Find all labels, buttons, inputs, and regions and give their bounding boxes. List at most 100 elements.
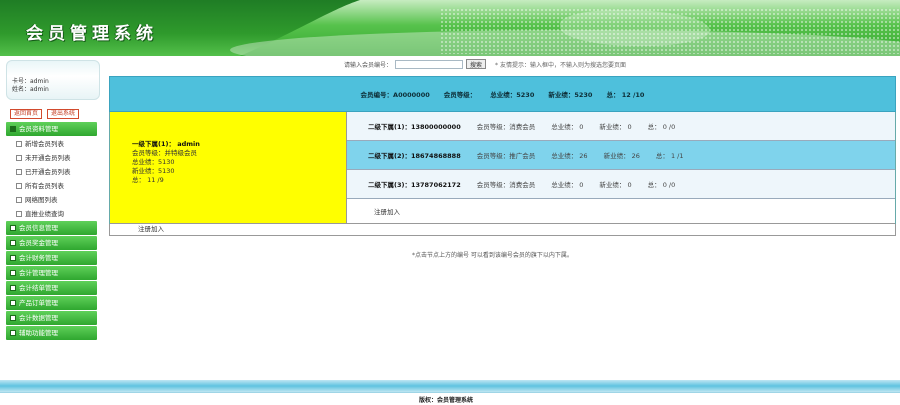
- expand-icon: [10, 270, 16, 276]
- menu-product-orders[interactable]: 产品订单管理: [6, 296, 97, 310]
- user-info-box: 卡号：admin 姓名：admin: [6, 60, 100, 100]
- menu-settlement[interactable]: 会计结单管理: [6, 281, 97, 295]
- menu-member-bonus[interactable]: 会员奖金管理: [6, 236, 97, 250]
- submenu-item-direct-performance[interactable]: 直推业绩查询: [16, 207, 97, 221]
- level2-level: 会员等级：消费会员: [476, 123, 536, 131]
- member-tree: 会员编号：A0000000 会员等级： 总业绩：5230 新业绩：5230 总：…: [109, 76, 896, 236]
- bullet-icon: [16, 197, 22, 203]
- submenu-item-label: 网络图列表: [25, 196, 58, 204]
- bullet-icon: [16, 183, 22, 189]
- menu-member-data[interactable]: 会员资料管理: [6, 122, 97, 136]
- root-total: 总业绩：5230: [490, 91, 535, 99]
- search-button[interactable]: 搜索: [466, 59, 487, 69]
- level2-id[interactable]: 二级下属(1)：13800000000: [368, 121, 461, 131]
- level2-sum: 总： 0 /0: [647, 123, 676, 131]
- bullet-icon: [16, 155, 22, 161]
- tree-note: *点击节点上方的编号 可以看到该编号会员的旗下以内下属。: [412, 252, 573, 259]
- expand-icon: [10, 330, 16, 336]
- submenu-item-active-members[interactable]: 已开通会员列表: [16, 165, 97, 179]
- level2-total: 总业绩： 0: [551, 123, 584, 131]
- submenu-item-new-members[interactable]: 新增会员列表: [16, 137, 97, 151]
- expand-icon: [10, 285, 16, 291]
- menu-auxiliary[interactable]: 辅助功能管理: [6, 326, 97, 340]
- submenu-item-label: 已开通会员列表: [25, 168, 71, 176]
- level2-new: 新业绩： 0: [599, 123, 632, 131]
- level2-sum: 总： 0 /0: [647, 181, 676, 189]
- menu-label: 辅助功能管理: [19, 329, 58, 337]
- level2-total: 总业绩： 0: [551, 181, 584, 189]
- menu-label: 会员奖金管理: [19, 239, 58, 247]
- menu-label: 会计管理管理: [19, 269, 58, 277]
- level2-node: 二级下属(3)：13787062172 会员等级：消费会员 总业绩： 0 新业绩…: [347, 170, 895, 199]
- submenu-item-inactive-members[interactable]: 未开通会员列表: [16, 151, 97, 165]
- submenu-item-all-members[interactable]: 所有会员列表: [16, 179, 97, 193]
- level2-id[interactable]: 二级下属(3)：13787062172: [368, 179, 461, 189]
- menu-member-info[interactable]: 会员信息管理: [6, 221, 97, 235]
- level1-new: 新业绩：5130: [132, 167, 175, 175]
- logout-button[interactable]: 退出系统: [47, 109, 80, 119]
- root-sum: 总： 12 /10: [606, 91, 645, 99]
- submenu-item-label: 所有会员列表: [25, 182, 64, 190]
- level1-total: 总业绩：5130: [132, 158, 175, 166]
- tree-middle: 一级下属(1)： admin 会员等级：并特级会员 总业绩：5130 新业绩：5…: [109, 112, 896, 224]
- member-number-input[interactable]: [395, 59, 464, 69]
- expand-icon: [10, 255, 16, 261]
- search-label: 请输入会员编号：: [344, 61, 393, 69]
- expand-icon: [10, 225, 16, 231]
- app-title: 会员管理系统: [26, 24, 158, 44]
- register-slot-level1: 注册加入: [109, 224, 896, 236]
- level2-level: 会员等级：消费会员: [476, 181, 536, 189]
- root-new: 新业绩：5230: [548, 91, 593, 99]
- card-number-label: 卡号：admin: [12, 78, 49, 85]
- menu-label: 产品订单管理: [19, 299, 58, 307]
- sidebar: 卡号：admin 姓名：admin 返回首页 退出系统 会员资料管理 新增会员列…: [6, 60, 100, 341]
- level2-node: 二级下属(2)：18674868888 会员等级：推广会员 总业绩： 26 新业…: [347, 141, 895, 170]
- footer-divider: [0, 392, 900, 393]
- home-button[interactable]: 返回首页: [10, 109, 43, 119]
- expand-icon: [10, 300, 16, 306]
- search-bar: 请输入会员编号： 搜索 * 友情提示：输入框中，不输入则为搜选您要页面: [344, 59, 626, 69]
- level2-new: 新业绩： 0: [599, 181, 632, 189]
- level2-new: 新业绩： 26: [603, 152, 640, 160]
- menu-label: 会计财务管理: [19, 254, 58, 262]
- register-link[interactable]: 注册加入: [138, 225, 164, 233]
- search-tip: * 友情提示：输入框中，不输入则为搜选您要页面: [495, 61, 626, 69]
- submenu-item-label: 直推业绩查询: [25, 210, 64, 218]
- expand-icon: [10, 240, 16, 246]
- level1-sum: 总： 11 /9: [132, 176, 164, 184]
- menu-label: 会员资料管理: [19, 125, 58, 133]
- root-member-number[interactable]: 会员编号：A0000000: [361, 89, 430, 99]
- header-banner: 会员管理系统: [0, 0, 900, 56]
- menu-label: 会计结单管理: [19, 284, 58, 292]
- menu-data[interactable]: 会计数据管理: [6, 311, 97, 325]
- bullet-icon: [16, 141, 22, 147]
- level2-column: 二级下属(1)：13800000000 会员等级：消费会员 总业绩： 0 新业绩…: [347, 112, 895, 224]
- bullet-icon: [16, 169, 22, 175]
- submenu-member-data: 新增会员列表 未开通会员列表 已开通会员列表 所有会员列表 网络图列表 直推业绩…: [6, 137, 97, 221]
- expand-icon: [10, 315, 16, 321]
- submenu-item-label: 新增会员列表: [25, 140, 64, 148]
- register-slot-level2: 注册加入: [347, 199, 895, 224]
- menu-label: 会计数据管理: [19, 314, 58, 322]
- root-level: 会员等级：: [443, 91, 477, 99]
- level2-level: 会员等级：推广会员: [476, 152, 536, 160]
- level1-node: 一级下属(1)： admin 会员等级：并特级会员 总业绩：5130 新业绩：5…: [110, 112, 347, 224]
- menu-label: 会员信息管理: [19, 224, 58, 232]
- submenu-item-label: 未开通会员列表: [25, 154, 71, 162]
- bullet-icon: [16, 211, 22, 217]
- level2-sum: 总： 1 /1: [655, 152, 684, 160]
- level2-node: 二级下属(1)：13800000000 会员等级：消费会员 总业绩： 0 新业绩…: [347, 112, 895, 141]
- header-dot-pattern: [440, 8, 900, 54]
- submenu-item-network-list[interactable]: 网络图列表: [16, 193, 97, 207]
- root-node: 会员编号：A0000000 会员等级： 总业绩：5230 新业绩：5230 总：…: [109, 76, 896, 112]
- level1-level: 会员等级：并特级会员: [132, 149, 197, 157]
- copyright-text: 版权：会员管理系统: [419, 397, 474, 404]
- level2-total: 总业绩： 26: [551, 152, 588, 160]
- register-link[interactable]: 注册加入: [374, 206, 400, 216]
- menu-accounting[interactable]: 会计管理管理: [6, 266, 97, 280]
- menu-finance[interactable]: 会计财务管理: [6, 251, 97, 265]
- level2-id[interactable]: 二级下属(2)：18674868888: [368, 150, 461, 160]
- level1-id[interactable]: 一级下属(1)： admin: [132, 140, 346, 149]
- sidebar-button-row: 返回首页 退出系统: [6, 109, 100, 119]
- user-name-label: 姓名：admin: [12, 86, 49, 93]
